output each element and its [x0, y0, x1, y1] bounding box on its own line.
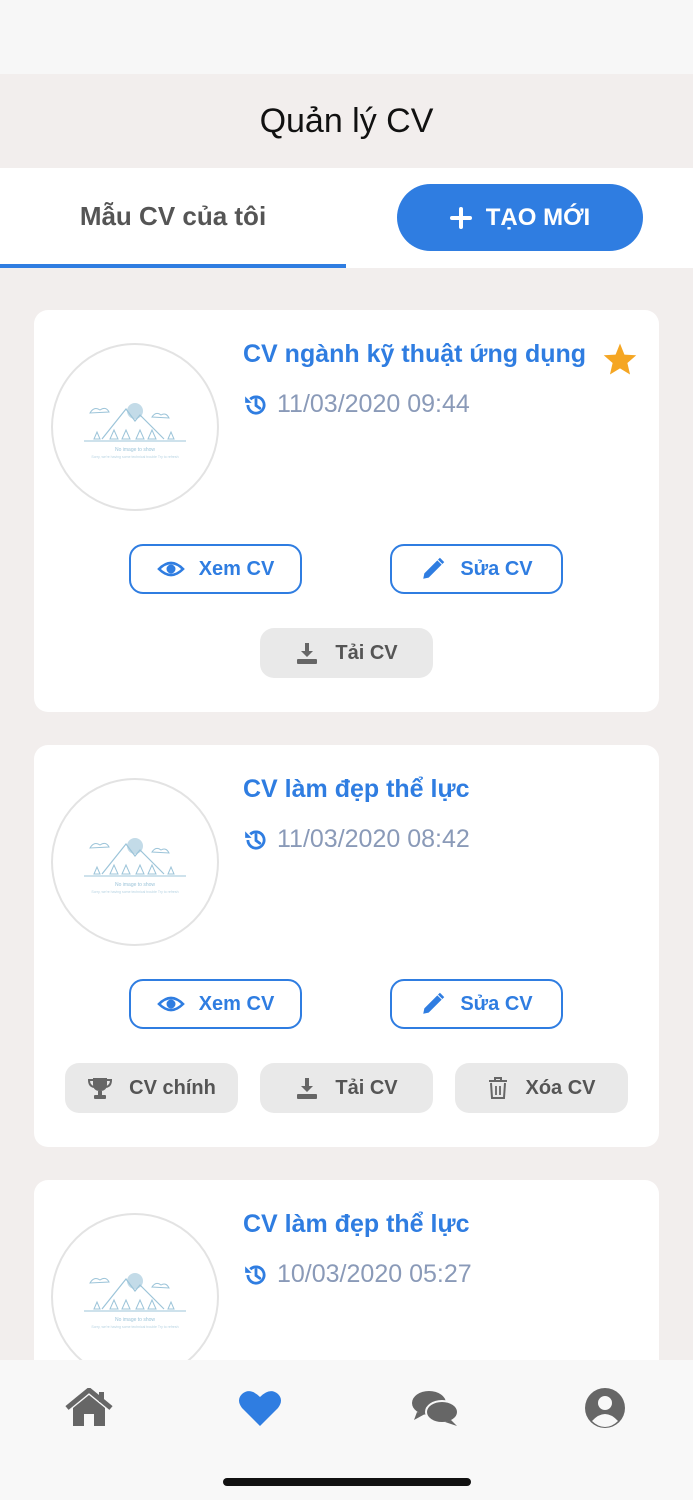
pencil-icon: [423, 557, 445, 579]
edit-cv-label: Sửa CV: [460, 992, 533, 1015]
cv-card: No image to show Sorry, we're having som…: [34, 310, 659, 712]
no-image-icon: No image to show Sorry, we're having som…: [84, 1273, 186, 1329]
edit-cv-button[interactable]: Sửa CV: [390, 979, 563, 1029]
cv-updated-time: 10/03/2020 05:27: [243, 1260, 472, 1289]
cv-card: No image to show Sorry, we're having som…: [34, 745, 659, 1147]
download-cv-label: Tải CV: [335, 1076, 398, 1099]
view-cv-label: Xem CV: [198, 557, 275, 580]
cv-time-text: 10/03/2020 05:27: [277, 1260, 472, 1288]
home-icon: [65, 1388, 113, 1426]
eye-icon: [156, 996, 185, 1012]
no-image-caption: No image to show: [115, 882, 155, 888]
no-image-caption: No image to show: [115, 447, 155, 453]
no-image-caption: No image to show: [115, 1317, 155, 1323]
edit-cv-button[interactable]: Sửa CV: [390, 544, 563, 594]
cv-title[interactable]: CV ngành kỹ thuật ứng dụng: [243, 340, 586, 369]
heart-icon: [239, 1391, 281, 1426]
create-new-button[interactable]: TẠO MỚI: [397, 184, 643, 251]
no-image-subcaption: Sorry, we're having some technical troub…: [91, 1325, 178, 1329]
delete-cv-button[interactable]: Xóa CV: [455, 1063, 628, 1113]
cv-thumbnail[interactable]: No image to show Sorry, we're having som…: [51, 343, 219, 511]
eye-icon: [156, 561, 185, 577]
cv-thumbnail[interactable]: No image to show Sorry, we're having som…: [51, 778, 219, 946]
history-icon: [245, 830, 266, 849]
cv-title[interactable]: CV làm đẹp thể lực: [243, 775, 470, 804]
download-cv-button[interactable]: Tải CV: [260, 1063, 433, 1113]
nav-favorites[interactable]: [235, 1386, 285, 1430]
header: Quản lý CV: [0, 74, 693, 168]
download-icon: [297, 643, 318, 664]
cv-time-text: 11/03/2020 08:42: [277, 825, 470, 853]
tab-bar: Mẫu CV của tôi TẠO MỚI: [0, 168, 693, 268]
download-cv-button[interactable]: Tải CV: [260, 628, 433, 678]
set-main-cv-button[interactable]: CV chính: [65, 1063, 238, 1113]
create-new-label: TẠO MỚI: [485, 203, 591, 231]
tab-my-cv-templates[interactable]: Mẫu CV của tôi: [0, 168, 346, 268]
tab-my-cv-templates-label: Mẫu CV của tôi: [79, 200, 267, 231]
download-cv-label: Tải CV: [335, 641, 398, 664]
no-image-subcaption: Sorry, we're having some technical troub…: [91, 890, 178, 894]
cv-updated-time: 11/03/2020 08:42: [243, 825, 470, 854]
trash-icon: [489, 1077, 508, 1099]
view-cv-button[interactable]: Xem CV: [129, 544, 302, 594]
plus-icon: [449, 206, 472, 229]
cv-time-text: 11/03/2020 09:44: [277, 390, 470, 418]
download-icon: [297, 1078, 318, 1099]
no-image-icon: No image to show Sorry, we're having som…: [84, 403, 186, 459]
no-image-icon: No image to show Sorry, we're having som…: [84, 838, 186, 894]
nav-home[interactable]: [64, 1386, 114, 1430]
cv-thumbnail[interactable]: No image to show Sorry, we're having som…: [51, 1213, 219, 1381]
chat-icon: [412, 1391, 459, 1426]
nav-messages[interactable]: [410, 1386, 460, 1430]
delete-cv-label: Xóa CV: [525, 1076, 596, 1099]
home-indicator: [223, 1478, 471, 1486]
no-image-subcaption: Sorry, we're having some technical troub…: [91, 455, 178, 459]
page-title: Quản lý CV: [259, 101, 434, 140]
status-bar: [0, 0, 693, 74]
cv-updated-time: 11/03/2020 09:44: [243, 390, 470, 419]
view-cv-button[interactable]: Xem CV: [129, 979, 302, 1029]
star-icon[interactable]: [602, 342, 638, 376]
user-icon: [585, 1388, 625, 1428]
tab-active-indicator: [0, 264, 346, 268]
history-icon: [245, 1265, 266, 1284]
view-cv-label: Xem CV: [198, 992, 275, 1015]
nav-profile[interactable]: [580, 1386, 630, 1430]
history-icon: [245, 395, 266, 414]
edit-cv-label: Sửa CV: [460, 557, 533, 580]
cv-title[interactable]: CV làm đẹp thể lực: [243, 1210, 470, 1239]
cv-card: No image to show Sorry, we're having som…: [34, 1180, 659, 1381]
pencil-icon: [423, 992, 445, 1014]
trophy-icon: [88, 1078, 113, 1099]
set-main-cv-label: CV chính: [129, 1076, 216, 1099]
